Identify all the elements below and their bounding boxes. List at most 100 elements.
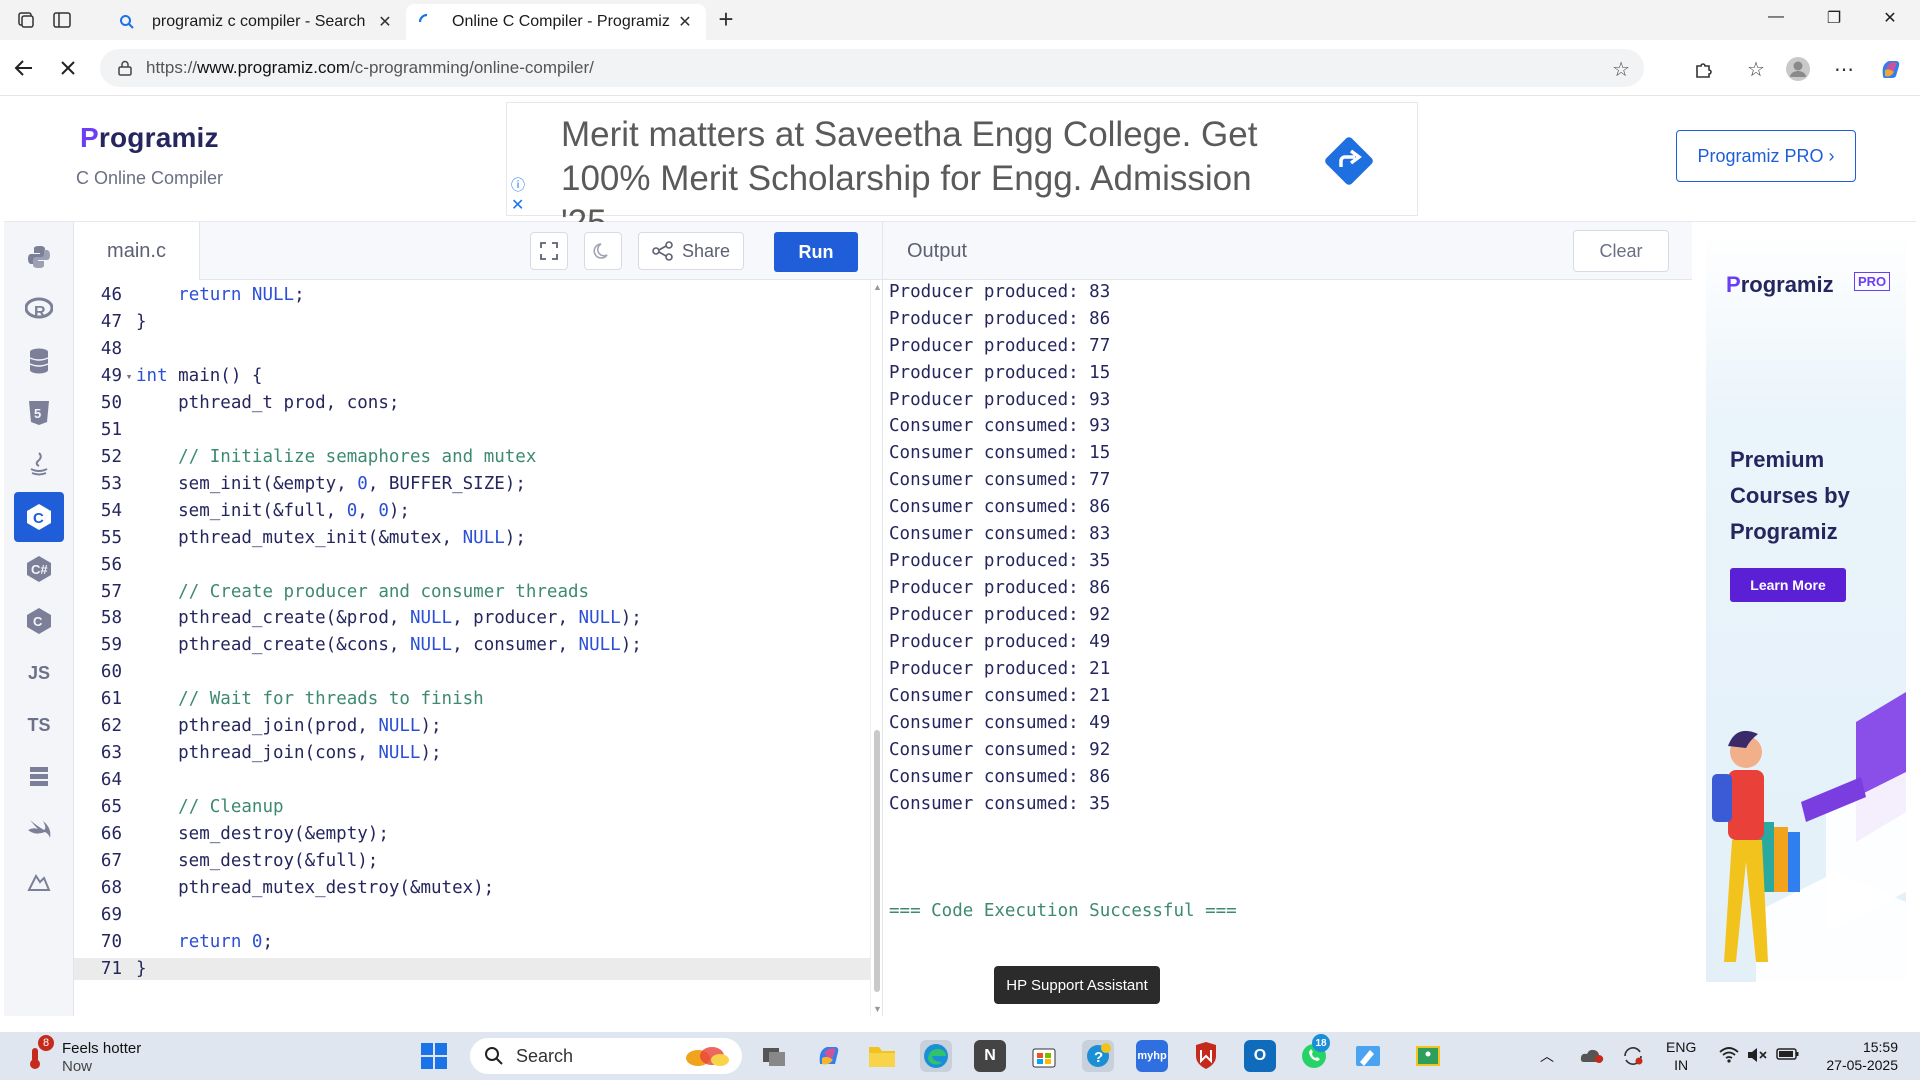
code-line[interactable]: 59 pthread_create(&cons, NULL, consumer,… bbox=[74, 634, 870, 656]
hp-support-icon[interactable]: ? bbox=[1082, 1040, 1114, 1072]
close-window-icon[interactable]: ✕ bbox=[1870, 8, 1910, 32]
copilot-app-icon[interactable] bbox=[812, 1040, 844, 1072]
editor-scrollbar[interactable]: ▲ ▼ bbox=[870, 280, 882, 1016]
onedrive-icon[interactable] bbox=[1580, 1046, 1604, 1067]
sql-icon[interactable] bbox=[14, 336, 64, 386]
new-tab-button[interactable]: + bbox=[712, 6, 740, 34]
outlook-icon[interactable]: O bbox=[1244, 1040, 1276, 1072]
code-line[interactable]: 68 pthread_mutex_destroy(&mutex); bbox=[74, 877, 870, 899]
run-button[interactable]: Run bbox=[774, 232, 858, 272]
typescript-icon[interactable]: TS bbox=[14, 700, 64, 750]
file-explorer-icon[interactable] bbox=[866, 1040, 898, 1072]
vertical-tabs-icon[interactable] bbox=[48, 8, 76, 32]
javascript-icon[interactable]: JS bbox=[14, 648, 64, 698]
edge-icon[interactable] bbox=[920, 1040, 952, 1072]
code-line[interactable]: 63 pthread_join(cons, NULL); bbox=[74, 742, 870, 764]
html-icon[interactable]: 5 bbox=[14, 388, 64, 438]
output-console[interactable]: Producer produced: 83 Producer produced: … bbox=[882, 280, 1692, 1016]
code-line[interactable]: 62 pthread_join(prod, NULL); bbox=[74, 715, 870, 737]
code-line[interactable]: 47} bbox=[74, 311, 870, 333]
cpp-icon[interactable]: C bbox=[14, 596, 64, 646]
language-indicator[interactable]: ENG IN bbox=[1666, 1038, 1696, 1074]
code-line[interactable]: 54 sem_init(&full, 0, 0); bbox=[74, 500, 870, 522]
code-line[interactable]: 70 return 0; bbox=[74, 931, 870, 953]
go-icon[interactable] bbox=[14, 752, 64, 802]
myhp-icon[interactable]: myhp bbox=[1136, 1040, 1168, 1072]
copilot-icon[interactable] bbox=[1876, 55, 1904, 83]
share-button[interactable]: Share bbox=[638, 232, 744, 270]
profile-avatar[interactable] bbox=[1784, 55, 1812, 83]
file-tab-main-c[interactable]: main.c bbox=[74, 222, 200, 280]
side-ad[interactable]: Programiz PRO Premium Courses by Program… bbox=[1706, 232, 1906, 982]
code-line[interactable]: 48 bbox=[74, 338, 870, 360]
code-line[interactable]: 61 // Wait for threads to finish bbox=[74, 688, 870, 710]
task-view-icon[interactable] bbox=[758, 1040, 790, 1072]
code-line[interactable]: 52 // Initialize semaphores and mutex bbox=[74, 446, 870, 468]
tab-compiler[interactable]: Online C Compiler - Programiz ✕ bbox=[406, 4, 706, 40]
code-line[interactable]: 46 return NULL; bbox=[74, 284, 870, 306]
close-tab-icon[interactable]: ✕ bbox=[676, 12, 694, 32]
editor-scroll-thumb[interactable] bbox=[874, 730, 880, 992]
restore-icon[interactable]: ❐ bbox=[1814, 8, 1854, 32]
r-icon[interactable]: R bbox=[14, 284, 64, 334]
code-line[interactable]: 64 bbox=[74, 769, 870, 791]
battery-icon[interactable] bbox=[1776, 1046, 1800, 1065]
more-menu-icon[interactable]: ⋯ bbox=[1830, 55, 1858, 83]
scroll-down-icon[interactable]: ▼ bbox=[873, 1004, 882, 1014]
clear-button[interactable]: Clear bbox=[1573, 230, 1669, 272]
system-clock[interactable]: 15:59 27-05-2025 bbox=[1818, 1038, 1898, 1074]
site-info-icon[interactable] bbox=[116, 59, 134, 77]
back-arrow-icon[interactable] bbox=[10, 54, 38, 82]
wifi-icon[interactable] bbox=[1718, 1046, 1740, 1067]
csharp-icon[interactable]: C# bbox=[14, 544, 64, 594]
start-icon[interactable] bbox=[418, 1040, 450, 1072]
code-line[interactable]: 69 bbox=[74, 904, 870, 926]
code-line[interactable]: 65 // Cleanup bbox=[74, 796, 870, 818]
weather-widget[interactable]: Feels hotter Now bbox=[62, 1040, 141, 1076]
code-line[interactable]: 55 pthread_mutex_init(&mutex, NULL); bbox=[74, 526, 870, 548]
fold-toggle-icon[interactable]: ▾ bbox=[122, 370, 136, 383]
programiz-pro-button[interactable]: Programiz PRO › bbox=[1676, 130, 1856, 182]
code-line[interactable]: 56 bbox=[74, 553, 870, 575]
classroom-icon[interactable] bbox=[1412, 1040, 1444, 1072]
ad-close-icon[interactable]: ✕ bbox=[511, 195, 524, 215]
tab-search[interactable]: programiz c compiler - Search ✕ bbox=[106, 4, 406, 40]
notion-icon[interactable]: N bbox=[974, 1040, 1006, 1072]
minimize-icon[interactable]: — bbox=[1756, 8, 1796, 32]
code-line[interactable]: 58 pthread_create(&prod, NULL, producer,… bbox=[74, 607, 870, 629]
fullscreen-icon[interactable] bbox=[530, 232, 568, 270]
dark-mode-icon[interactable] bbox=[584, 232, 622, 270]
sync-icon[interactable] bbox=[1622, 1046, 1644, 1069]
banner-ad[interactable]: Merit matters at Saveetha Engg College. … bbox=[506, 102, 1418, 242]
python-icon[interactable] bbox=[14, 232, 64, 282]
favorites-icon[interactable]: ☆ bbox=[1742, 55, 1770, 83]
mcafee-icon[interactable] bbox=[1190, 1040, 1222, 1072]
scroll-up-icon[interactable]: ▲ bbox=[873, 282, 882, 292]
extensions-icon[interactable] bbox=[1690, 55, 1718, 83]
code-line[interactable]: 66 sem_destroy(&empty); bbox=[74, 823, 870, 845]
workspaces-icon[interactable] bbox=[12, 8, 40, 32]
swift-icon[interactable] bbox=[14, 804, 64, 854]
code-line[interactable]: 71} bbox=[74, 957, 870, 980]
url-field[interactable]: https://www.programiz.com/c-programming/… bbox=[100, 49, 1644, 87]
tray-overflow-icon[interactable]: ︿ bbox=[1540, 1046, 1554, 1066]
code-line[interactable]: 49 ▾ int main() { bbox=[74, 365, 870, 387]
code-line[interactable]: 57 // Create producer and consumer threa… bbox=[74, 580, 870, 602]
paint-icon[interactable] bbox=[1352, 1040, 1384, 1072]
taskbar-search[interactable]: Search bbox=[470, 1038, 742, 1074]
favorite-star-icon[interactable]: ☆ bbox=[1612, 57, 1630, 82]
code-line[interactable]: 53 sem_init(&empty, 0, BUFFER_SIZE); bbox=[74, 473, 870, 495]
close-tab-icon[interactable]: ✕ bbox=[376, 12, 394, 32]
ad-arrow-icon[interactable] bbox=[1319, 131, 1379, 191]
java-icon[interactable] bbox=[14, 440, 64, 490]
rust-icon[interactable] bbox=[14, 856, 64, 906]
c-icon[interactable]: C bbox=[14, 492, 64, 542]
code-line[interactable]: 50 pthread_t prod, cons; bbox=[74, 392, 870, 414]
ad-info-icon[interactable]: ⓘ bbox=[511, 175, 525, 195]
code-editor[interactable]: 46 return NULL; 47} 48 49 ▾ int main() { 50 pt… bbox=[74, 280, 870, 1016]
volume-muted-icon[interactable] bbox=[1746, 1046, 1768, 1067]
programiz-logo[interactable]: Programiz bbox=[80, 122, 219, 154]
code-line[interactable]: 67 sem_destroy(&full); bbox=[74, 850, 870, 872]
code-line[interactable]: 60 bbox=[74, 661, 870, 683]
learn-more-button[interactable]: Learn More bbox=[1730, 568, 1846, 602]
